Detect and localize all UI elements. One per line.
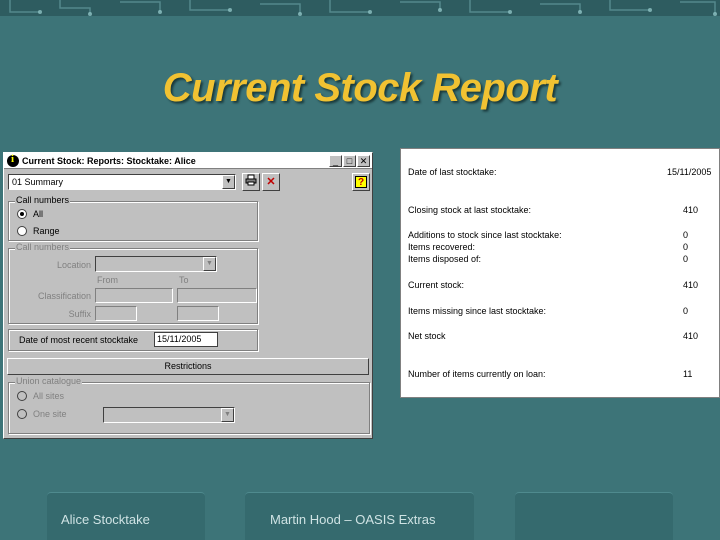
window-titlebar[interactable]: Current Stock: Reports: Stocktake: Alice… xyxy=(4,153,372,169)
info-icon xyxy=(7,153,19,167)
classification-label: Classification xyxy=(37,291,91,301)
suffix-label: Suffix xyxy=(68,309,91,319)
classification-to-input[interactable] xyxy=(177,288,257,303)
question-mark-icon: ? xyxy=(355,176,367,188)
report-type-select[interactable]: 01 Summary ▼ xyxy=(8,174,236,190)
radio-empty-icon xyxy=(17,226,27,236)
footer-center-text: Martin Hood – OASIS Extras xyxy=(270,512,436,527)
report-row-label: Current stock: xyxy=(408,280,465,290)
footer-tab-right xyxy=(515,492,673,540)
call-numbers-range-group: Call numbers Location ▼ From To Classifi… xyxy=(8,242,258,324)
report-row-value: 0 xyxy=(683,230,689,240)
report-row-label: Additions to stock since last stocktake: xyxy=(408,230,562,240)
report-row-value: 0 xyxy=(683,254,689,264)
location-select[interactable]: ▼ xyxy=(95,256,217,272)
chevron-down-icon[interactable]: ▼ xyxy=(222,175,235,189)
call-numbers-legend: Call numbers xyxy=(15,195,71,205)
from-label: From xyxy=(97,275,118,285)
help-button[interactable]: ? xyxy=(352,173,370,191)
radio-range-label: Range xyxy=(33,226,60,236)
slide-title: Current Stock Report xyxy=(162,66,558,110)
radio-empty-icon xyxy=(17,391,27,401)
suffix-from-input[interactable] xyxy=(95,306,137,321)
call-numbers-group: Call numbers All Range xyxy=(8,195,258,241)
chevron-down-icon[interactable]: ▼ xyxy=(221,408,234,422)
suffix-to-input[interactable] xyxy=(177,306,219,321)
footer-tab-left: Alice Stocktake xyxy=(47,492,205,540)
radio-selected-icon xyxy=(17,209,27,219)
red-x-icon: ✕ xyxy=(266,176,276,188)
report-row-value: 410 xyxy=(683,331,699,341)
printer-icon xyxy=(245,174,257,186)
restrictions-button[interactable]: Restrictions xyxy=(7,358,369,375)
radio-one-site[interactable]: One site xyxy=(17,409,67,419)
radio-all[interactable]: All xyxy=(17,209,43,219)
report-row-label: Items recovered: xyxy=(408,242,476,252)
footer-tab-center: Martin Hood – OASIS Extras xyxy=(245,492,474,540)
report-panel: Date of last stocktake: 15/11/2005 Closi… xyxy=(400,148,720,398)
report-date-label: Date of last stocktake: xyxy=(408,167,497,177)
to-label: To xyxy=(179,275,189,285)
recent-stocktake-input[interactable]: 15/11/2005 xyxy=(154,332,218,347)
radio-all-label: All xyxy=(33,209,44,219)
footer-left-text: Alice Stocktake xyxy=(61,512,150,527)
report-row-label: Items missing since last stocktake: xyxy=(408,306,547,316)
union-catalogue-legend: Union catalogue xyxy=(15,376,83,386)
recent-stocktake-group: Date of most recent stocktake 15/11/2005 xyxy=(8,329,258,351)
location-label: Location xyxy=(56,260,91,270)
stocktake-window: Current Stock: Reports: Stocktake: Alice… xyxy=(3,152,373,439)
cancel-button[interactable]: ✕ xyxy=(262,173,280,191)
report-row-label: Number of items currently on loan: xyxy=(408,369,546,379)
radio-all-sites[interactable]: All sites xyxy=(17,391,64,401)
report-date-value: 15/11/2005 xyxy=(667,167,712,177)
chevron-down-icon[interactable]: ▼ xyxy=(203,257,216,271)
report-row-value: 410 xyxy=(683,280,699,290)
print-button[interactable] xyxy=(242,173,260,191)
close-button[interactable]: ✕ xyxy=(357,154,370,167)
window-title: Current Stock: Reports: Stocktake: Alice xyxy=(22,155,196,166)
radio-empty-icon xyxy=(17,409,27,419)
radio-all-sites-label: All sites xyxy=(33,391,65,401)
report-row-value: 0 xyxy=(683,242,689,252)
report-row-label: Items disposed of: xyxy=(408,254,482,264)
report-row-value: 0 xyxy=(683,306,689,316)
classification-from-input[interactable] xyxy=(95,288,173,303)
radio-one-site-label: One site xyxy=(33,409,67,419)
union-catalogue-group: Union catalogue All sites One site ▼ xyxy=(8,376,370,434)
recent-stocktake-label: Date of most recent stocktake xyxy=(19,335,139,345)
report-row-value: 11 xyxy=(683,369,693,379)
report-row-value: 410 xyxy=(683,205,699,215)
report-row-label: Net stock xyxy=(408,331,446,341)
radio-range[interactable]: Range xyxy=(17,226,60,236)
report-row-label: Closing stock at last stocktake: xyxy=(408,205,532,215)
minimize-button[interactable]: _ xyxy=(329,154,342,167)
site-select[interactable]: ▼ xyxy=(103,407,235,423)
maximize-button[interactable]: □ xyxy=(343,154,356,167)
report-type-value: 01 Summary xyxy=(12,177,64,187)
call-numbers-range-legend: Call numbers xyxy=(15,242,71,252)
